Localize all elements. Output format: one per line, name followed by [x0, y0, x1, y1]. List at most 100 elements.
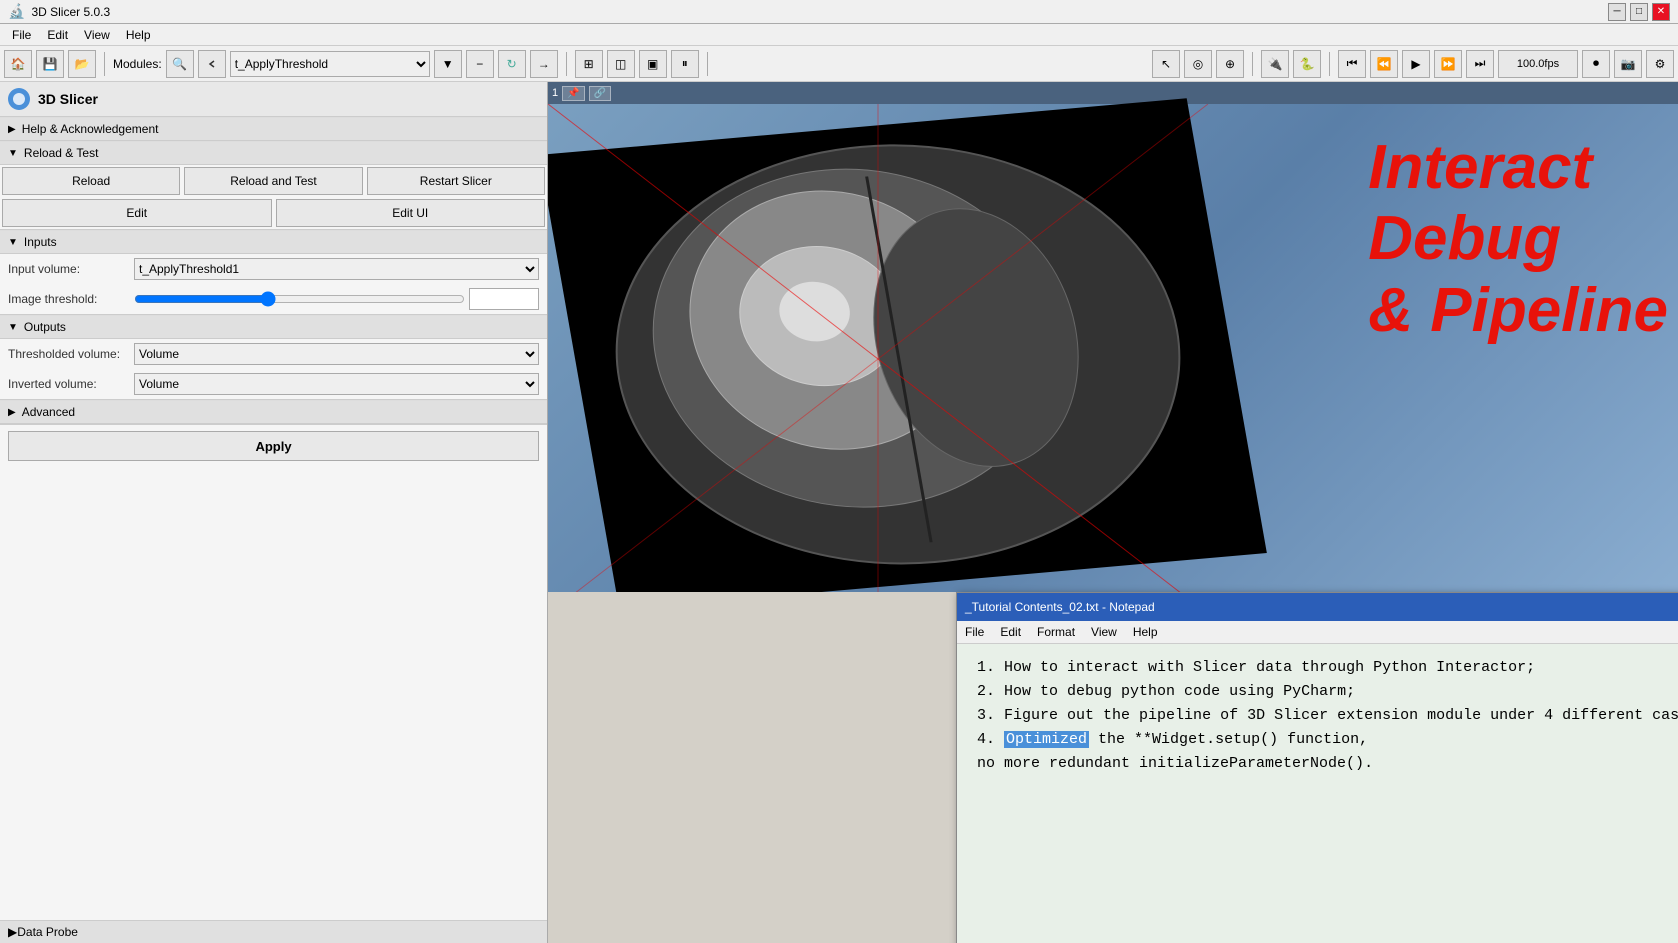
toolbar-minus-btn[interactable]: −: [466, 50, 494, 78]
edit-button[interactable]: Edit: [2, 199, 272, 227]
pause-btn[interactable]: ⏸: [671, 50, 699, 78]
image-threshold-row: Image threshold: 100.00: [0, 284, 547, 314]
mouse-btn[interactable]: ↖: [1152, 50, 1180, 78]
brain-scan-area: [548, 98, 1267, 592]
settings-btn[interactable]: ⚙: [1646, 50, 1674, 78]
advanced-header[interactable]: ▶ Advanced: [0, 400, 547, 424]
notepad-menu-edit[interactable]: Edit: [992, 623, 1029, 641]
data-probe-arrow: ▶: [8, 925, 17, 939]
notepad-line-3: 3. Figure out the pipeline of 3D Slicer …: [977, 704, 1678, 728]
input-volume-select[interactable]: t_ApplyThreshold1: [134, 258, 539, 280]
outputs-section: ▼ Outputs Thresholded volume: Volume Inv…: [0, 315, 547, 400]
slicer-logo: [8, 88, 30, 110]
notepad-menu-help[interactable]: Help: [1125, 623, 1166, 641]
toolbar-refresh-btn[interactable]: ↻: [498, 50, 526, 78]
reload-button[interactable]: Reload: [2, 167, 180, 195]
skip-back-btn[interactable]: ⏮: [1338, 50, 1366, 78]
layout-btn[interactable]: ⊞: [575, 50, 603, 78]
next-btn[interactable]: ⏩: [1434, 50, 1462, 78]
notepad-content: 1. How to interact with Slicer data thro…: [957, 644, 1678, 943]
reload-test-arrow: ▼: [8, 148, 18, 159]
maximize-button[interactable]: □: [1630, 3, 1648, 21]
restart-slicer-button[interactable]: Restart Slicer: [367, 167, 545, 195]
viewpoint-btn[interactable]: ◎: [1184, 50, 1212, 78]
viewport-toolbar: 1 📌 🔗: [548, 82, 1678, 104]
toolbar-load-btn[interactable]: 📂: [68, 50, 96, 78]
notepad-menu-format[interactable]: Format: [1029, 623, 1083, 641]
view-btn-1[interactable]: ◫: [607, 50, 635, 78]
toolbar-save-btn[interactable]: 💾: [36, 50, 64, 78]
module-selector[interactable]: t_ApplyThreshold: [230, 51, 430, 77]
reload-test-btn-row2: Edit Edit UI: [0, 197, 547, 229]
notepad-line-5: no more redundant initializeParameterNod…: [977, 752, 1678, 776]
line-text-3: Figure out the pipeline of 3D Slicer ext…: [1004, 707, 1678, 724]
menu-edit[interactable]: Edit: [39, 26, 76, 44]
inverted-volume-select[interactable]: Volume: [134, 373, 539, 395]
title-bar-controls[interactable]: ─ □ ✕: [1608, 3, 1670, 21]
viewport-link-btn[interactable]: 🔗: [589, 86, 611, 101]
toolbar-sep-3: [707, 52, 708, 76]
prev-btn[interactable]: ⏪: [1370, 50, 1398, 78]
apply-section: Apply: [0, 425, 547, 467]
inputs-section: ▼ Inputs Input volume: t_ApplyThreshold1…: [0, 230, 547, 315]
inputs-label: Inputs: [24, 235, 57, 249]
ext-mgr-btn[interactable]: 🔌: [1261, 50, 1289, 78]
toolbar-sep-1: [104, 52, 105, 76]
outputs-arrow: ▼: [8, 322, 18, 333]
line-num-3: 3.: [977, 707, 995, 724]
line-text-2: How to debug python code using PyCharm;: [1004, 683, 1355, 700]
menu-help[interactable]: Help: [118, 26, 159, 44]
notepad-line-4: 4. Optimized the **Widget.setup() functi…: [977, 728, 1678, 752]
thresholded-volume-select[interactable]: Volume: [134, 343, 539, 365]
viewport-pin-btn[interactable]: 📌: [562, 86, 584, 101]
menu-view[interactable]: View: [76, 26, 118, 44]
data-probe-section[interactable]: ▶ Data Probe: [0, 920, 547, 943]
help-arrow: ▶: [8, 124, 16, 135]
back-icon: [207, 59, 217, 69]
line-num-4: 4.: [977, 731, 995, 748]
toolbar-sep-4: [1252, 52, 1253, 76]
reload-test-section: ▼ Reload & Test Reload Reload and Test R…: [0, 141, 547, 230]
help-section-header[interactable]: ▶ Help & Acknowledgement: [0, 117, 547, 141]
outputs-header[interactable]: ▼ Outputs: [0, 315, 547, 339]
image-threshold-label: Image threshold:: [8, 292, 128, 306]
python-btn[interactable]: 🐍: [1293, 50, 1321, 78]
module-back-btn[interactable]: [198, 50, 226, 78]
advanced-arrow: ▶: [8, 407, 16, 418]
threshold-slider-container: 100.00: [134, 288, 539, 310]
input-volume-row: Input volume: t_ApplyThreshold1: [0, 254, 547, 284]
inverted-volume-row: Inverted volume: Volume: [0, 369, 547, 399]
threshold-slider[interactable]: [134, 291, 465, 307]
notepad-menu-view[interactable]: View: [1083, 623, 1125, 641]
record-btn[interactable]: ⏺: [1582, 50, 1610, 78]
toolbar-home-btn[interactable]: 🏠: [4, 50, 32, 78]
thresholded-volume-row: Thresholded volume: Volume: [0, 339, 547, 369]
menu-file[interactable]: File: [4, 26, 39, 44]
reload-and-test-button[interactable]: Reload and Test: [184, 167, 362, 195]
main-container: 3D Slicer ▶ Help & Acknowledgement ▼ Rel…: [0, 82, 1678, 943]
left-panel: 3D Slicer ▶ Help & Acknowledgement ▼ Rel…: [0, 82, 548, 943]
slicer-app-header: 3D Slicer: [0, 82, 547, 117]
viewport-tab-label: 1: [552, 87, 558, 99]
reload-test-label: Reload & Test: [24, 146, 99, 160]
highlighted-word: Optimized: [1004, 731, 1089, 748]
search-icon[interactable]: 🔍: [166, 50, 194, 78]
edit-ui-button[interactable]: Edit UI: [276, 199, 546, 227]
outputs-label: Outputs: [24, 320, 66, 334]
toolbar-forward-btn[interactable]: →: [530, 50, 558, 78]
apply-button[interactable]: Apply: [8, 431, 539, 461]
crosshair-btn[interactable]: ⊕: [1216, 50, 1244, 78]
close-button[interactable]: ✕: [1652, 3, 1670, 21]
view-btn-2[interactable]: ▣: [639, 50, 667, 78]
reload-test-header[interactable]: ▼ Reload & Test: [0, 141, 547, 165]
line-rest-4: the **Widget.setup() function,: [1089, 731, 1368, 748]
notepad-menu-file[interactable]: File: [957, 623, 992, 641]
threshold-spinner[interactable]: 100.00: [469, 288, 539, 310]
play-btn[interactable]: ▶: [1402, 50, 1430, 78]
minimize-button[interactable]: ─: [1608, 3, 1626, 21]
inputs-header[interactable]: ▼ Inputs: [0, 230, 547, 254]
module-dropdown-icon[interactable]: ▼: [434, 50, 462, 78]
skip-fwd-btn[interactable]: ⏭: [1466, 50, 1494, 78]
thresholded-volume-value: Volume: [134, 343, 539, 365]
screenshot-btn[interactable]: 📷: [1614, 50, 1642, 78]
